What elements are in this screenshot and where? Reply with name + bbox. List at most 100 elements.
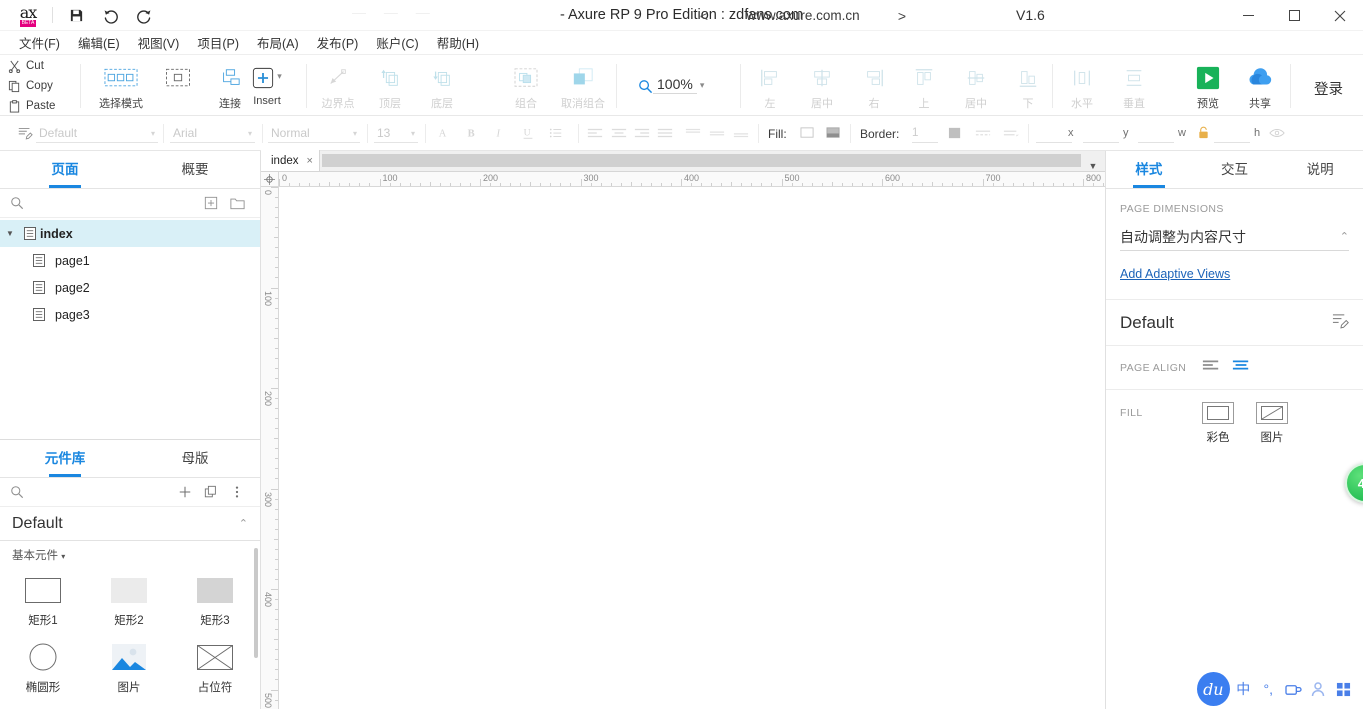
font-family-select[interactable]: Arial ▾ — [170, 124, 255, 143]
font-color-icon[interactable]: A — [433, 122, 455, 144]
insert-dropdown-caret[interactable]: ▾ — [277, 71, 282, 82]
group-button[interactable]: 组合 — [500, 60, 552, 111]
widget-image[interactable]: 图片 — [86, 638, 172, 705]
valign-middle-icon[interactable] — [706, 122, 728, 144]
menu-edit[interactable]: 编辑(E) — [69, 31, 129, 54]
cut-button[interactable]: Cut — [8, 56, 78, 76]
italic-icon[interactable]: I — [489, 122, 511, 144]
chevron-down-icon[interactable]: ▼ — [1081, 161, 1105, 171]
zoom-control[interactable]: 100% ▾ — [638, 76, 704, 94]
border-width-input[interactable]: 1 — [912, 124, 938, 143]
align-center-button[interactable]: 居中 — [796, 60, 848, 111]
bring-to-front-button[interactable]: 顶层 — [364, 60, 416, 111]
vertical-ruler[interactable]: 0 100 200 300 400 500 — [261, 187, 279, 709]
page-dimensions-select[interactable]: 自动调整为内容尺寸 ⌃ — [1120, 223, 1349, 251]
menu-account[interactable]: 账户(C) — [367, 31, 427, 54]
nav-prev-button[interactable]: < — [690, 8, 718, 24]
chevron-updown-icon[interactable]: ⌃ — [1340, 230, 1349, 243]
fill-image[interactable]: 图片 — [1256, 402, 1288, 445]
align-middle-button[interactable]: 居中 — [950, 60, 1002, 111]
widget-rectangle-2[interactable]: 矩形2 — [86, 571, 172, 638]
text-align-left-icon[interactable] — [584, 122, 606, 144]
widget-style-select[interactable]: Default ▾ — [36, 124, 158, 143]
menu-help[interactable]: 帮助(H) — [428, 31, 488, 54]
search-icon[interactable] — [10, 196, 30, 210]
lock-icon[interactable] — [1192, 122, 1214, 144]
close-button[interactable] — [1317, 0, 1363, 31]
ruler-origin-icon[interactable] — [261, 172, 279, 187]
underline-icon[interactable]: U — [517, 122, 539, 144]
edit-style-icon[interactable] — [1332, 312, 1349, 334]
maximize-button[interactable] — [1271, 0, 1317, 31]
library-scrollbar[interactable] — [254, 548, 258, 658]
add-folder-icon[interactable] — [224, 196, 250, 210]
page-node-page2[interactable]: page2 — [0, 274, 260, 301]
edit-points-button[interactable]: 边界点 — [312, 60, 364, 111]
duplicate-icon[interactable] — [198, 485, 224, 499]
page-align-center[interactable] — [1232, 358, 1250, 377]
page-node-index[interactable]: ▼ index — [0, 220, 260, 247]
select-single-button[interactable]: - — [152, 60, 204, 107]
select-mode-button[interactable]: 选择模式 — [90, 60, 152, 111]
menu-view[interactable]: 视图(V) — [129, 31, 189, 54]
menu-publish[interactable]: 发布(P) — [308, 31, 368, 54]
zoom-value[interactable]: 100% — [653, 76, 697, 94]
redo-icon[interactable] — [127, 0, 161, 31]
tab-masters[interactable]: 母版 — [130, 440, 260, 477]
fill-color-swatch[interactable] — [796, 122, 818, 144]
ime-apps-icon[interactable] — [1332, 674, 1355, 704]
canvas-tab-scrollbar[interactable] — [321, 154, 1081, 167]
ime-toolbox-icon[interactable] — [1282, 674, 1305, 704]
align-bottom-button[interactable]: 下 — [1002, 60, 1054, 111]
search-input[interactable] — [30, 196, 198, 210]
page-node-page1[interactable]: page1 — [0, 247, 260, 274]
align-right-button[interactable]: 右 — [848, 60, 900, 111]
fill-color[interactable]: 彩色 — [1202, 402, 1234, 445]
insert-button[interactable]: ▾ Insert — [236, 60, 298, 107]
library-select[interactable]: Default ⌃ — [0, 507, 260, 541]
widget-rectangle-3[interactable]: 矩形3 — [172, 571, 258, 638]
ime-punctuation[interactable]: °, — [1257, 674, 1280, 704]
tab-notes[interactable]: 说明 — [1277, 151, 1363, 188]
plus-icon[interactable] — [172, 485, 198, 499]
nav-next-button[interactable]: > — [888, 8, 916, 24]
minimize-button[interactable] — [1225, 0, 1271, 31]
x-input[interactable] — [1036, 124, 1072, 143]
save-icon[interactable] — [59, 0, 93, 31]
menu-layout[interactable]: 布局(A) — [248, 31, 308, 54]
font-size-select[interactable]: 13 ▾ — [374, 124, 418, 143]
canvas-tab-index[interactable]: index × — [261, 150, 320, 171]
url-text[interactable]: www.axure.com.cn — [718, 8, 888, 23]
tab-interactions[interactable]: 交互 — [1192, 151, 1278, 188]
share-button[interactable]: 共享 — [1234, 60, 1286, 111]
search-icon[interactable] — [10, 485, 30, 499]
widget-group-header[interactable]: 基本元件 ▾ — [0, 541, 260, 565]
horizontal-ruler[interactable]: 0 100 200 300 400 500 600 700 800 — [279, 172, 1105, 187]
font-weight-select[interactable]: Normal ▾ — [268, 124, 360, 143]
tab-pages[interactable]: 页面 — [0, 151, 130, 188]
ime-chinese-mode[interactable]: 中 — [1232, 674, 1255, 704]
align-top-button[interactable]: 上 — [898, 60, 950, 111]
page-align-left[interactable] — [1202, 358, 1220, 377]
login-button[interactable]: 登录 — [1304, 74, 1353, 103]
widget-ellipse[interactable]: 椭圆形 — [0, 638, 86, 705]
expand-arrow-icon[interactable]: ▼ — [0, 229, 20, 238]
text-align-right-icon[interactable] — [631, 122, 653, 144]
widget-placeholder[interactable]: 占位符 — [172, 638, 258, 705]
send-to-back-button[interactable]: 底层 — [416, 60, 468, 111]
bold-icon[interactable]: B — [461, 122, 483, 144]
copy-button[interactable]: Copy — [8, 76, 78, 96]
fill-image-swatch[interactable] — [822, 122, 844, 144]
tab-outline[interactable]: 概要 — [130, 151, 260, 188]
ime-logo[interactable]: du — [1197, 672, 1230, 706]
bullet-list-icon[interactable] — [545, 122, 567, 144]
text-align-center-icon[interactable] — [608, 122, 630, 144]
menu-file[interactable]: 文件(F) — [10, 31, 69, 54]
add-adaptive-views-link[interactable]: Add Adaptive Views — [1120, 267, 1230, 281]
style-brush-icon[interactable] — [14, 122, 36, 144]
page-node-page3[interactable]: page3 — [0, 301, 260, 328]
tab-widget-library[interactable]: 元件库 — [0, 440, 130, 477]
ungroup-button[interactable]: 取消组合 — [552, 60, 614, 111]
ime-user-icon[interactable] — [1307, 674, 1330, 704]
paste-button[interactable]: Paste — [8, 96, 78, 116]
